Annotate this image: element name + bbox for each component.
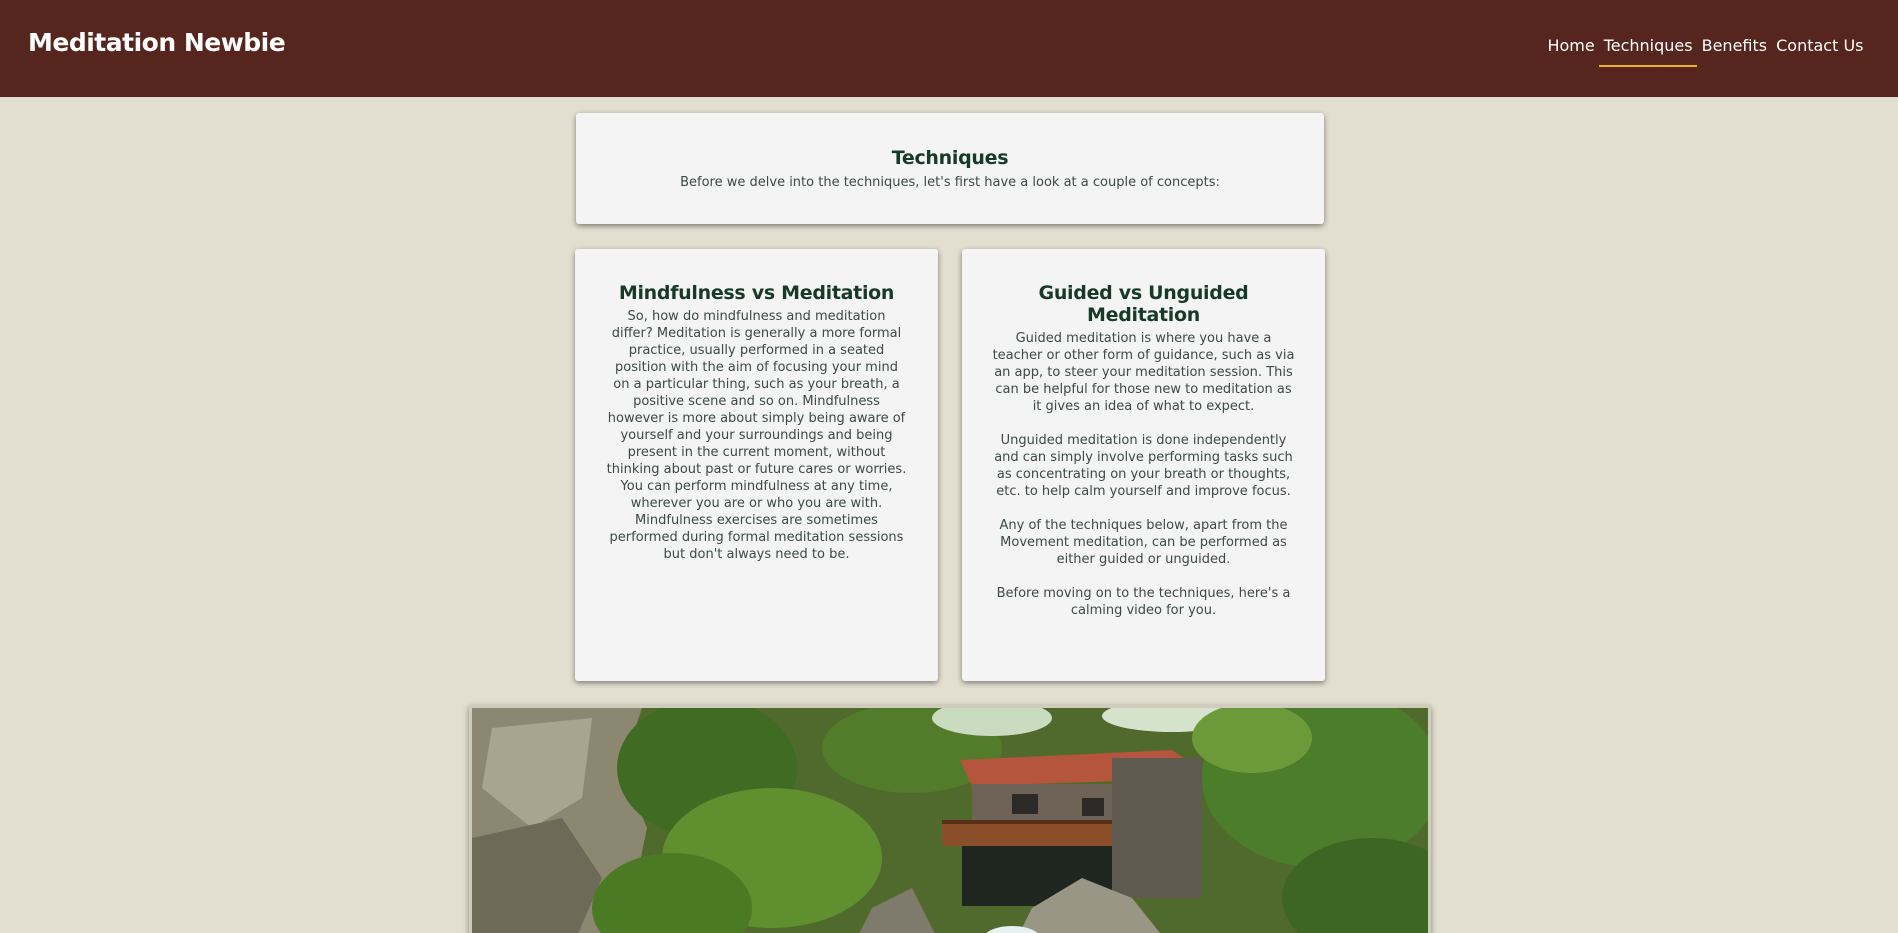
- nav-home[interactable]: Home: [1543, 36, 1599, 67]
- mindfulness-card: Mindfulness vs Meditation So, how do min…: [575, 249, 938, 681]
- intro-card: Techniques Before we delve into the tech…: [576, 113, 1324, 224]
- techniques-note-paragraph: Any of the techniques below, apart from …: [999, 518, 1288, 567]
- mindfulness-text: So, how do mindfulness and meditation di…: [606, 309, 907, 562]
- guided-paragraph: Guided meditation is where you have a te…: [992, 331, 1295, 414]
- calming-video[interactable]: [469, 705, 1431, 933]
- intro-text: Before we delve into the techniques, let…: [680, 175, 1220, 190]
- brand-logo[interactable]: Meditation Newbie: [28, 28, 286, 57]
- nav-contact-us[interactable]: Contact Us: [1772, 36, 1868, 67]
- site-header: Meditation Newbie Home Techniques Benefi…: [0, 0, 1898, 97]
- unguided-paragraph: Unguided meditation is done independentl…: [994, 433, 1293, 499]
- video-frame-image: [472, 708, 1428, 933]
- guided-card: Guided vs Unguided Meditation Guided med…: [962, 249, 1325, 681]
- main-nav: Home Techniques Benefits Contact Us: [1543, 36, 1868, 67]
- nav-techniques[interactable]: Techniques: [1599, 36, 1698, 67]
- guided-title: Guided vs Unguided Meditation: [1038, 282, 1249, 326]
- intro-title: Techniques: [891, 147, 1009, 169]
- mindfulness-title: Mindfulness vs Meditation: [618, 282, 895, 304]
- video-intro-paragraph: Before moving on to the techniques, here…: [996, 586, 1291, 618]
- nav-benefits[interactable]: Benefits: [1697, 36, 1772, 67]
